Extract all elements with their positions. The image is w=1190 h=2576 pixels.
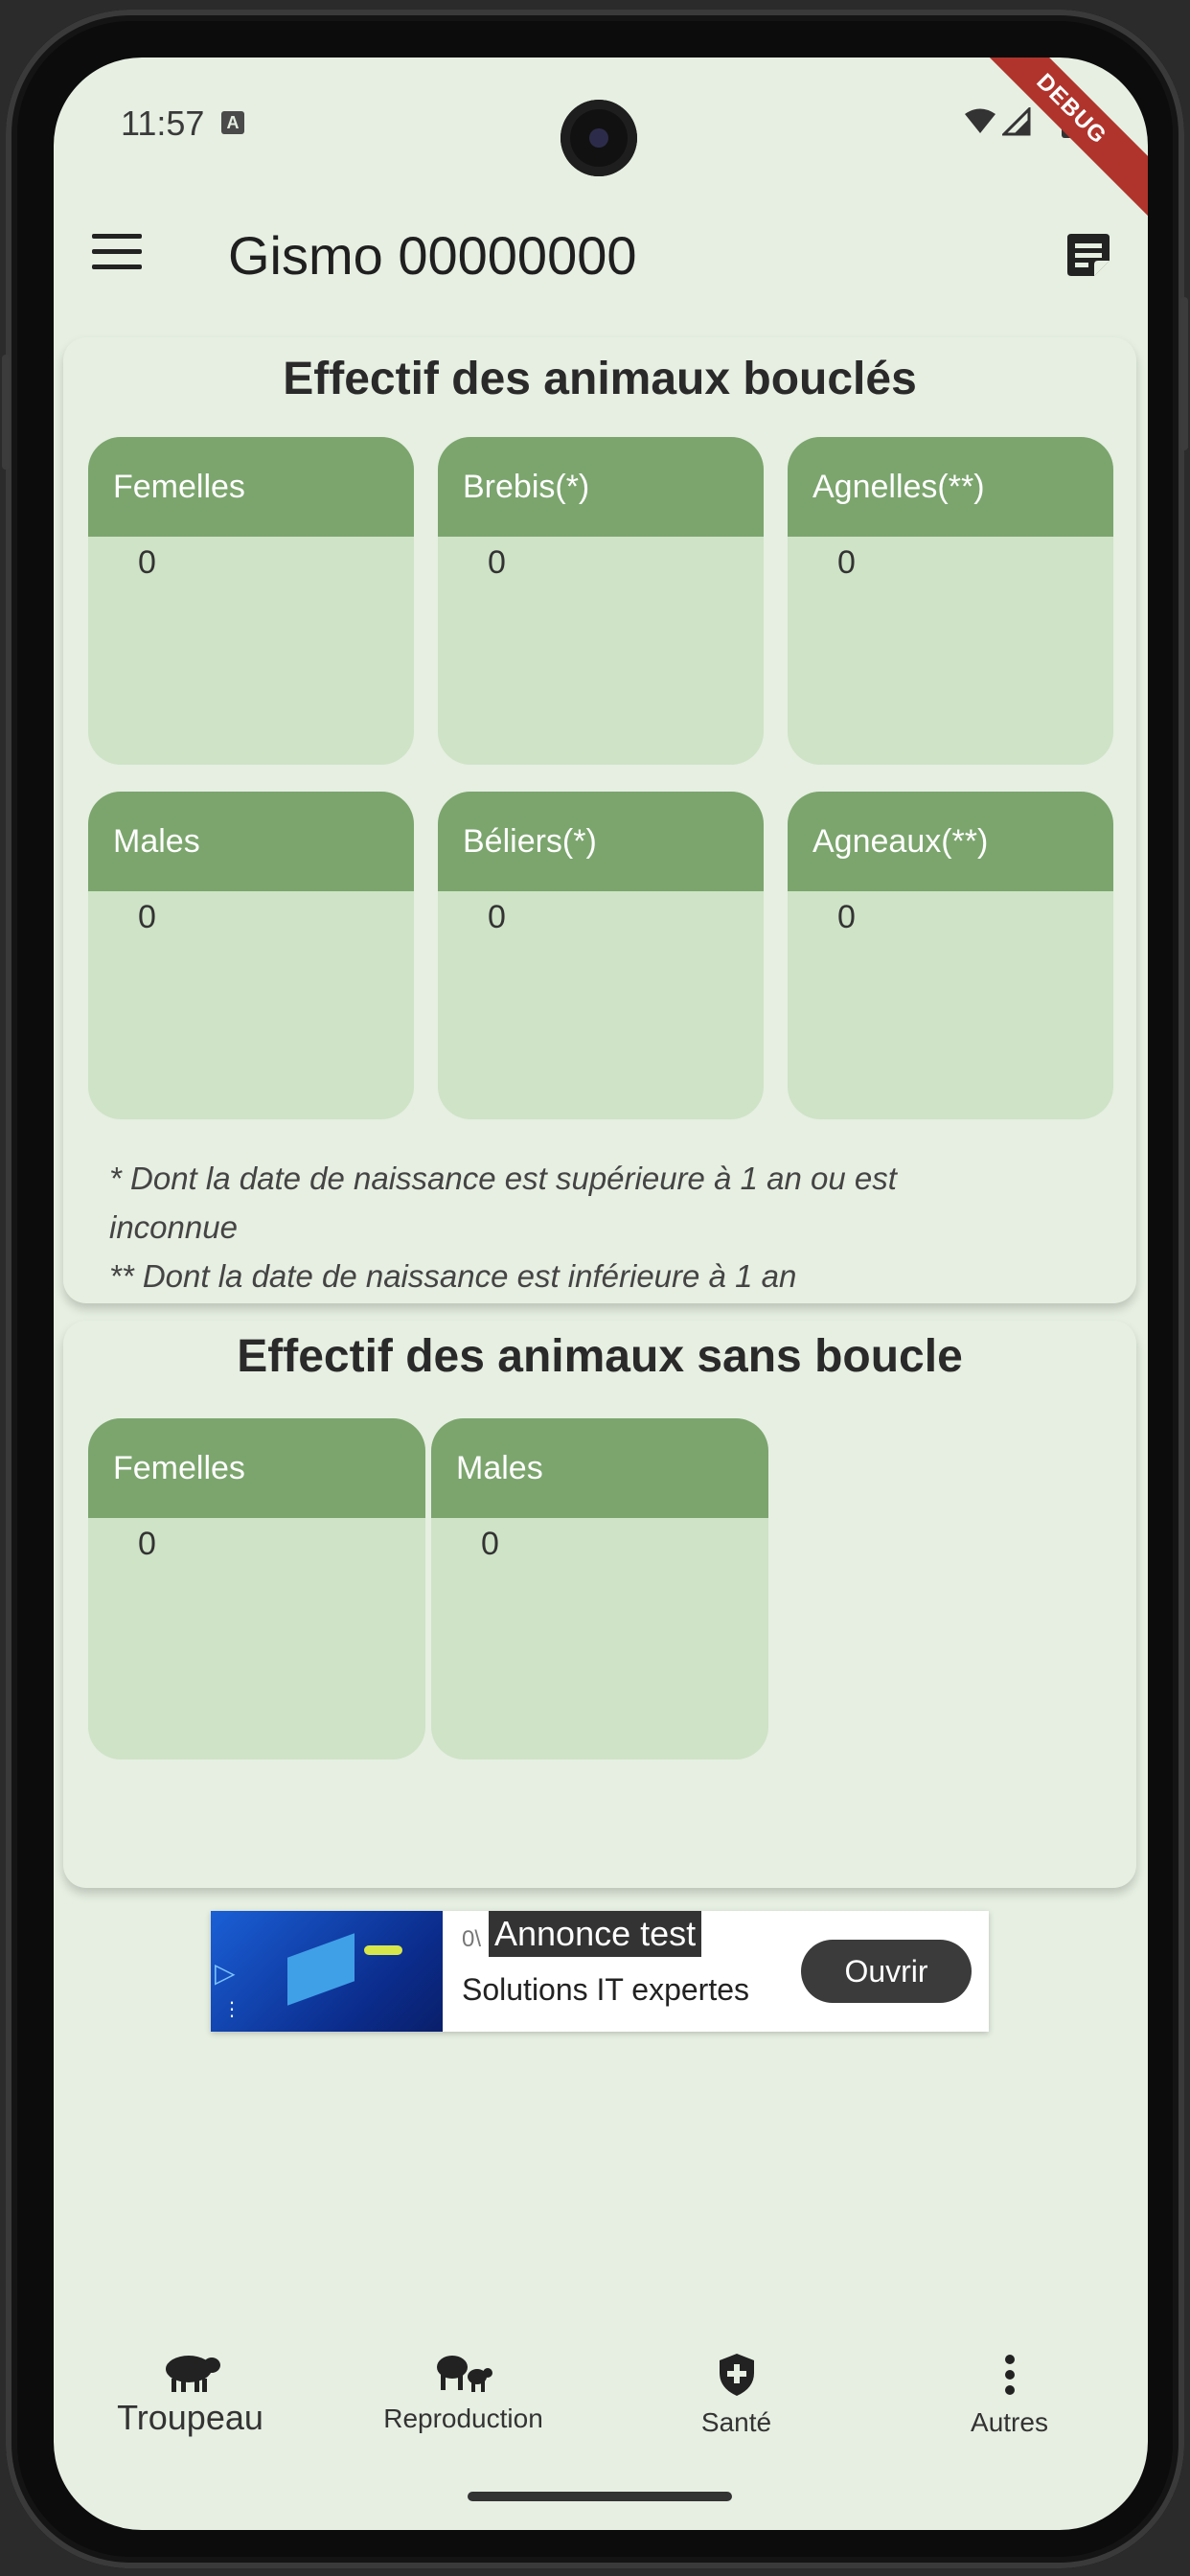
phone-frame: 11:57 A DEBUG Gismo 00000000 Effectif de…: [2, 10, 1188, 2568]
untagged-section-title: Effectif des animaux sans boucle: [237, 1331, 963, 1382]
footnote: * Dont la date de naissance est supérieu…: [109, 1154, 1067, 1300]
sheep-icon: [165, 2356, 220, 2392]
tile-label: Béliers(*): [438, 792, 764, 891]
nav-label: Troupeau: [117, 2398, 263, 2437]
ad-banner[interactable]: ▷ ⋮ 0\ Annonce test Solutions IT experte…: [211, 1911, 989, 2032]
tile-label: Males: [88, 792, 414, 891]
tile-value: 0: [138, 544, 156, 581]
nav-label: Autres: [971, 2407, 1048, 2437]
wifi-icon: [965, 108, 995, 133]
tile-value: 0: [138, 899, 156, 935]
tile-femelles[interactable]: Femelles 0: [88, 437, 414, 765]
tile-value: 0: [837, 899, 856, 935]
front-camera: [561, 100, 637, 176]
nav-item-autres[interactable]: Autres: [873, 2329, 1146, 2463]
tile-value: 0: [138, 1526, 156, 1562]
home-indicator[interactable]: [468, 2492, 732, 2501]
nav-item-troupeau[interactable]: Troupeau: [54, 2329, 327, 2463]
menu-icon[interactable]: [92, 234, 142, 272]
tile-males-untagged[interactable]: Males 0: [431, 1418, 768, 1760]
nav-item-sante[interactable]: Santé: [600, 2329, 873, 2463]
ad-choices-icon[interactable]: ▷: [215, 1957, 236, 1989]
tile-agnelles[interactable]: Agnelles(**) 0: [788, 437, 1113, 765]
tile-value: 0: [488, 899, 506, 935]
tagged-section-title: Effectif des animaux bouclés: [283, 354, 917, 404]
more-vertical-icon: [1004, 2355, 1015, 2395]
notification-icon: A: [221, 111, 244, 134]
app-title: Gismo 00000000: [228, 225, 637, 286]
tile-label: Femelles: [88, 437, 414, 537]
tile-males[interactable]: Males 0: [88, 792, 414, 1119]
tile-label: Agneaux(**): [788, 792, 1113, 891]
phone-side-button: [2, 355, 10, 470]
screen: 11:57 A DEBUG Gismo 00000000 Effectif de…: [54, 58, 1148, 2530]
app-bar: Gismo 00000000: [54, 192, 1148, 326]
ad-partial-text: 0\: [462, 1926, 482, 1952]
tile-value: 0: [837, 544, 856, 581]
tile-agneaux[interactable]: Agneaux(**) 0: [788, 792, 1113, 1119]
footnote-line: ** Dont la date de naissance est inférie…: [109, 1258, 797, 1294]
nav-item-reproduction[interactable]: Reproduction: [327, 2329, 600, 2463]
tagged-animals-card: Effectif des animaux bouclés Femelles 0 …: [63, 337, 1136, 1303]
tile-value: 0: [488, 544, 506, 581]
footnote-line: * Dont la date de naissance est supérieu…: [109, 1161, 897, 1196]
status-time: 11:57: [121, 104, 205, 143]
ad-test-label: Annonce test: [489, 1911, 702, 1957]
shield-plus-icon: [719, 2354, 754, 2396]
nav-label: Santé: [700, 2407, 772, 2437]
ad-image: ▷ ⋮: [211, 1911, 443, 2032]
more-vertical-icon[interactable]: ⋮: [222, 1997, 241, 2021]
tile-label: Femelles: [88, 1418, 425, 1518]
ad-open-button[interactable]: Ouvrir: [801, 1940, 972, 2003]
sheep-family-icon: [436, 2356, 492, 2392]
tile-label: Agnelles(**): [788, 437, 1113, 537]
note-icon[interactable]: [1064, 230, 1113, 280]
tile-brebis[interactable]: Brebis(*) 0: [438, 437, 764, 765]
untagged-animals-card: Effectif des animaux sans boucle Femelle…: [63, 1321, 1136, 1888]
tile-label: Brebis(*): [438, 437, 764, 537]
cellular-signal-icon: [1002, 107, 1031, 136]
tile-label: Males: [431, 1418, 768, 1518]
tile-femelles-untagged[interactable]: Femelles 0: [88, 1418, 425, 1760]
footnote-line: inconnue: [109, 1209, 238, 1245]
nav-label: Reproduction: [383, 2404, 543, 2433]
bottom-nav: Troupeau Reproduction Santé Autres: [54, 2329, 1148, 2463]
ad-text: Solutions IT expertes: [462, 1972, 750, 2007]
tile-value: 0: [481, 1526, 499, 1562]
tile-beliers[interactable]: Béliers(*) 0: [438, 792, 764, 1119]
phone-side-button: [1180, 297, 1188, 450]
status-bar: 11:57 A DEBUG: [54, 58, 1148, 226]
